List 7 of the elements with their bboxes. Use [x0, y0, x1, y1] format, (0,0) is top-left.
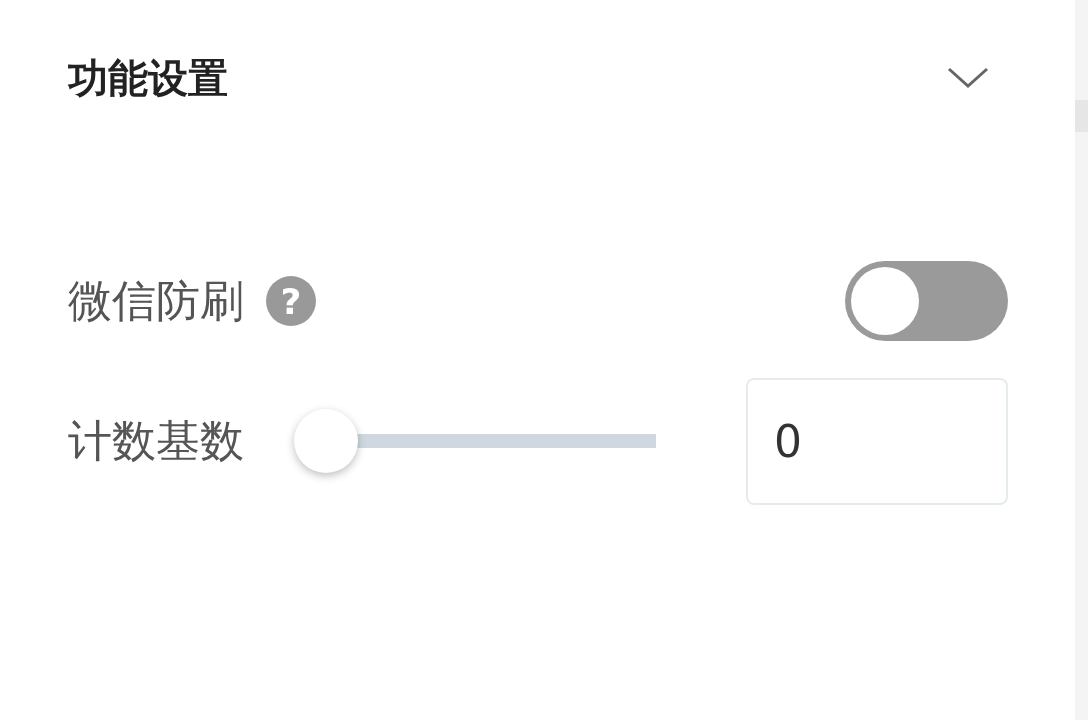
- setting-label: 计数基数: [68, 413, 244, 468]
- setting-label: 微信防刷: [68, 273, 244, 328]
- slider-thumb[interactable]: [294, 409, 358, 473]
- chevron-icon[interactable]: [946, 66, 990, 90]
- scrollbar[interactable]: [1075, 0, 1088, 720]
- input-field[interactable]: 0: [746, 377, 1008, 505]
- section-title: 功能设置: [68, 53, 228, 103]
